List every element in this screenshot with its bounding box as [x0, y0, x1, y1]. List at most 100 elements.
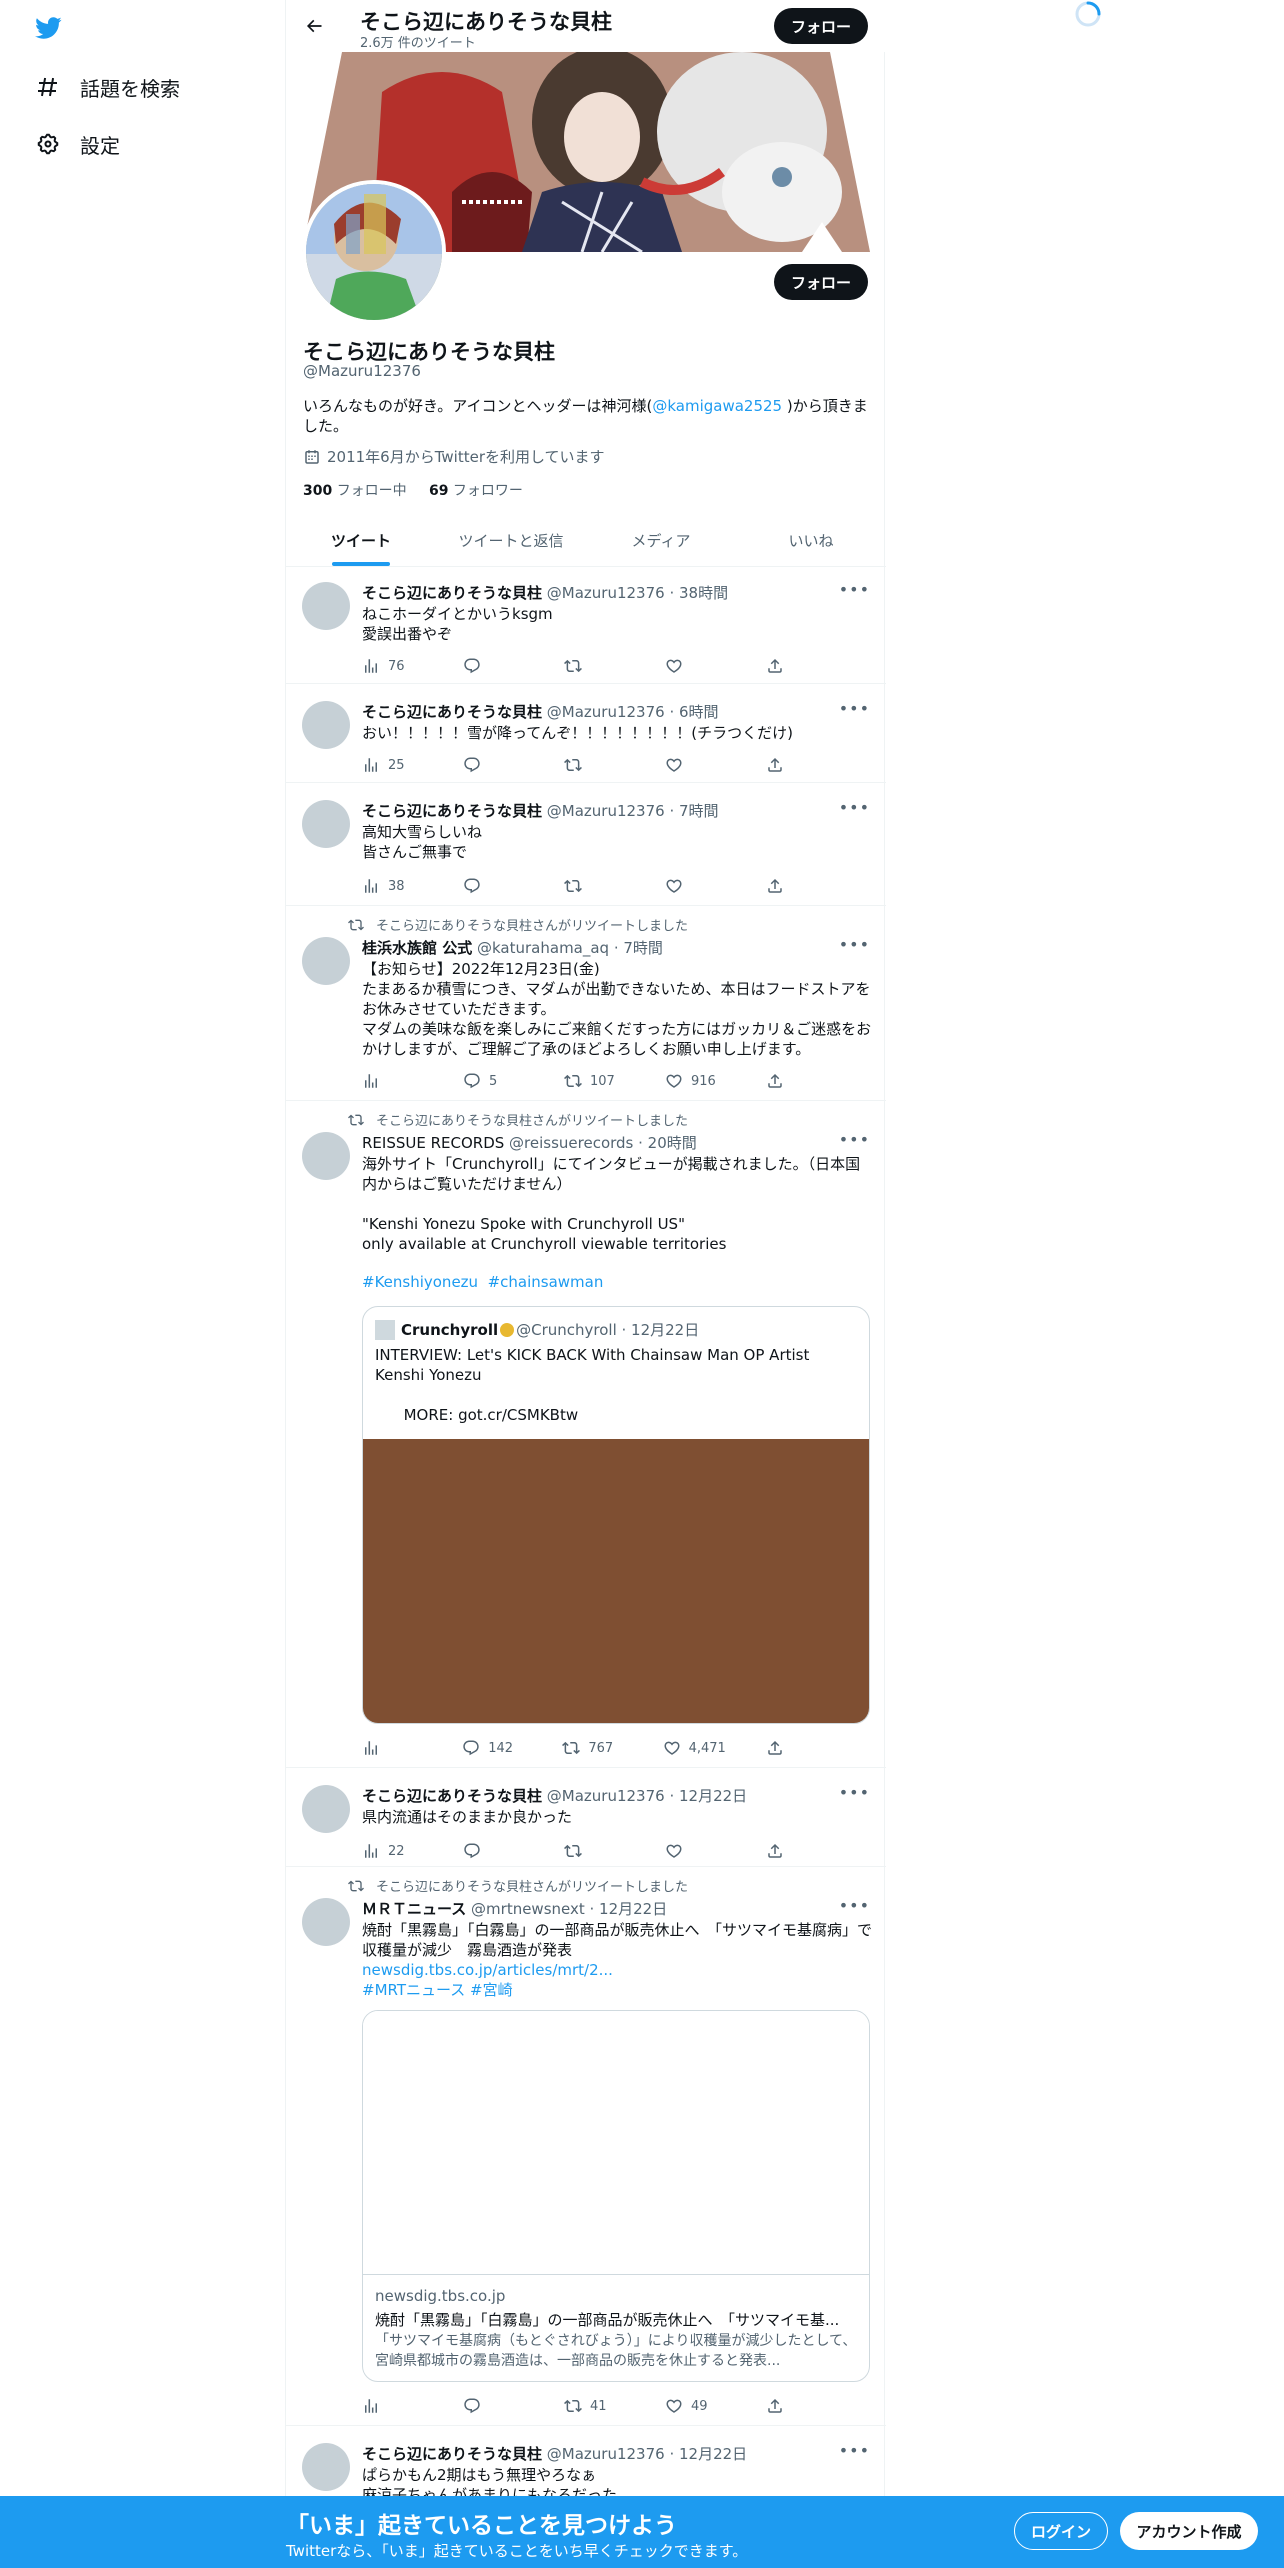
- retweeted-by-text[interactable]: そこら辺にありそうな貝柱さんがリツイートしました: [376, 1876, 688, 1895]
- share-button[interactable]: [766, 2397, 792, 2415]
- reply-button[interactable]: [463, 756, 523, 774]
- retweet-button[interactable]: [564, 756, 624, 774]
- tab-likes[interactable]: いいね: [736, 514, 886, 566]
- retweet-button[interactable]: [564, 657, 624, 675]
- like-button[interactable]: [665, 756, 725, 774]
- like-button[interactable]: 916: [665, 1072, 725, 1090]
- tweet-author-name[interactable]: そこら辺にありそうな貝柱: [362, 584, 542, 602]
- tweet-hashtags[interactable]: #Kenshiyonezu #chainsawman: [362, 1272, 872, 1292]
- tweet-link[interactable]: newsdig.tbs.co.jp/articles/mrt/2...: [362, 1960, 872, 1980]
- tweet-text: 【お知らせ】2022年12月23日(金) たまあるか積雪につき、マダムが出勤でき…: [362, 960, 872, 1058]
- reply-button[interactable]: [463, 657, 523, 675]
- signup-banner-subtitle: Twitterなら、「いま」起きていることをいち早くチェックできます。: [286, 2542, 748, 2560]
- share-button[interactable]: [766, 657, 792, 675]
- views-button[interactable]: 25: [362, 756, 422, 774]
- retweet-button[interactable]: 107: [564, 1072, 624, 1090]
- profile-header: そこら辺にありそうな貝柱 2.6万 件のツイート フォロー: [286, 0, 886, 52]
- quoted-tweet[interactable]: Crunchyroll @Crunchyroll · 12月22日 INTERV…: [362, 1306, 870, 1724]
- share-button[interactable]: [766, 877, 792, 895]
- tweet[interactable]: そこら辺にありそうな貝柱 @Mazuru12376 · 12月22日 ••• 県…: [286, 1769, 886, 1867]
- share-button[interactable]: [766, 1842, 792, 1860]
- reply-button[interactable]: [463, 877, 523, 895]
- tweet-author-name[interactable]: そこら辺にありそうな貝柱: [362, 2445, 542, 2463]
- bio-mention-link[interactable]: @kamigawa2525: [652, 397, 782, 415]
- tweet-avatar[interactable]: [302, 582, 350, 630]
- tweet[interactable]: そこら辺にありそうな貝柱さんがリツイートしました 桂浜水族館 公式 @katur…: [286, 907, 886, 1101]
- retweeted-by-text[interactable]: そこら辺にありそうな貝柱さんがリツイートしました: [376, 915, 688, 934]
- tweet-avatar[interactable]: [302, 701, 350, 749]
- views-button[interactable]: 76: [362, 657, 422, 675]
- tweet-avatar[interactable]: [302, 2443, 350, 2491]
- more-options-icon[interactable]: •••: [839, 935, 870, 954]
- profile-follow-button[interactable]: フォロー: [774, 264, 868, 300]
- nav-settings-label: 設定: [80, 133, 120, 158]
- tweet-avatar[interactable]: [302, 1785, 350, 1833]
- nav-explore[interactable]: 話題を検索: [36, 67, 180, 107]
- retweet-button[interactable]: 767: [562, 1739, 622, 1757]
- quoted-tweet-media[interactable]: [363, 1439, 869, 1723]
- twitter-bird-icon[interactable]: [32, 14, 64, 42]
- retweet-button[interactable]: 41: [564, 2397, 624, 2415]
- following-count: 300: [303, 483, 333, 499]
- reply-icon: [463, 756, 481, 774]
- following-link[interactable]: 300 フォロー中: [303, 483, 407, 499]
- tweet-hashtags[interactable]: #MRTニュース #宮崎: [362, 1980, 872, 2000]
- tweet-author-name[interactable]: REISSUE RECORDS: [362, 1134, 504, 1152]
- create-account-button[interactable]: アカウント作成: [1120, 2512, 1258, 2550]
- tweet-author-name[interactable]: そこら辺にありそうな貝柱: [362, 703, 542, 721]
- tweet[interactable]: そこら辺にありそうな貝柱 @Mazuru12376 · 6時間 ••• おい！！…: [286, 685, 886, 783]
- tweet-avatar[interactable]: [302, 1132, 350, 1180]
- tweet-author-name[interactable]: 桂浜水族館 公式: [362, 939, 472, 957]
- tweet-author-name[interactable]: そこら辺にありそうな貝柱: [362, 802, 542, 820]
- tab-tweets-and-replies[interactable]: ツイートと返信: [436, 514, 586, 566]
- tweet[interactable]: そこら辺にありそうな貝柱 @Mazuru12376 · 38時間 ••• ねこホ…: [286, 568, 886, 684]
- more-options-icon[interactable]: •••: [839, 2441, 870, 2460]
- reply-icon: [463, 2397, 481, 2415]
- profile-avatar[interactable]: [302, 180, 446, 324]
- reply-icon: [463, 657, 481, 675]
- tweet[interactable]: そこら辺にありそうな貝柱 @Mazuru12376 · 7時間 ••• 高知大雪…: [286, 784, 886, 906]
- header-follow-button[interactable]: フォロー: [774, 8, 868, 44]
- tab-media[interactable]: メディア: [586, 514, 736, 566]
- more-options-icon[interactable]: •••: [839, 1130, 870, 1149]
- tweet[interactable]: そこら辺にありそうな貝柱さんがリツイートしました REISSUE RECORDS…: [286, 1102, 886, 1768]
- tweet-avatar[interactable]: [302, 800, 350, 848]
- more-options-icon[interactable]: •••: [839, 699, 870, 718]
- views-button[interactable]: [362, 2397, 422, 2415]
- reply-button[interactable]: [463, 2397, 523, 2415]
- views-button[interactable]: 38: [362, 877, 422, 895]
- login-button[interactable]: ログイン: [1014, 2512, 1108, 2550]
- nav-settings[interactable]: 設定: [36, 124, 120, 164]
- share-button[interactable]: [766, 756, 792, 774]
- followers-link[interactable]: 69 フォロワー: [429, 483, 523, 499]
- tweet-avatar[interactable]: [302, 937, 350, 985]
- share-button[interactable]: [766, 1072, 792, 1090]
- views-button[interactable]: [362, 1739, 422, 1757]
- back-arrow-icon[interactable]: [300, 12, 328, 40]
- more-options-icon[interactable]: •••: [839, 798, 870, 817]
- retweet-button[interactable]: [564, 1842, 624, 1860]
- views-button[interactable]: 22: [362, 1842, 422, 1860]
- more-options-icon[interactable]: •••: [839, 1896, 870, 1915]
- tweet-actions: 41 49: [362, 2396, 792, 2416]
- retweet-button[interactable]: [564, 877, 624, 895]
- like-button[interactable]: [665, 1842, 725, 1860]
- reply-button[interactable]: 142: [462, 1739, 522, 1757]
- like-button[interactable]: 4,471: [663, 1739, 726, 1757]
- tweet[interactable]: そこら辺にありそうな貝柱さんがリツイートしました ＭＲＴニュース @mrtnew…: [286, 1868, 886, 2426]
- like-button[interactable]: 49: [665, 2397, 725, 2415]
- tab-tweets[interactable]: ツイート: [286, 514, 436, 566]
- like-button[interactable]: [665, 877, 725, 895]
- tweet-author-name[interactable]: そこら辺にありそうな貝柱: [362, 1787, 542, 1805]
- reply-button[interactable]: 5: [463, 1072, 523, 1090]
- views-button[interactable]: [362, 1072, 422, 1090]
- retweeted-by-text[interactable]: そこら辺にありそうな貝柱さんがリツイートしました: [376, 1110, 688, 1129]
- tweet-avatar[interactable]: [302, 1898, 350, 1946]
- more-options-icon[interactable]: •••: [839, 1783, 870, 1802]
- link-card[interactable]: newsdig.tbs.co.jp 焼酎「黒霧島」「白霧島」の一部商品が販売休止…: [362, 2010, 870, 2382]
- reply-button[interactable]: [463, 1842, 523, 1860]
- like-button[interactable]: [665, 657, 725, 675]
- more-options-icon[interactable]: •••: [839, 580, 870, 599]
- tweet-author-name[interactable]: ＭＲＴニュース: [362, 1900, 466, 1918]
- share-button[interactable]: [766, 1739, 792, 1757]
